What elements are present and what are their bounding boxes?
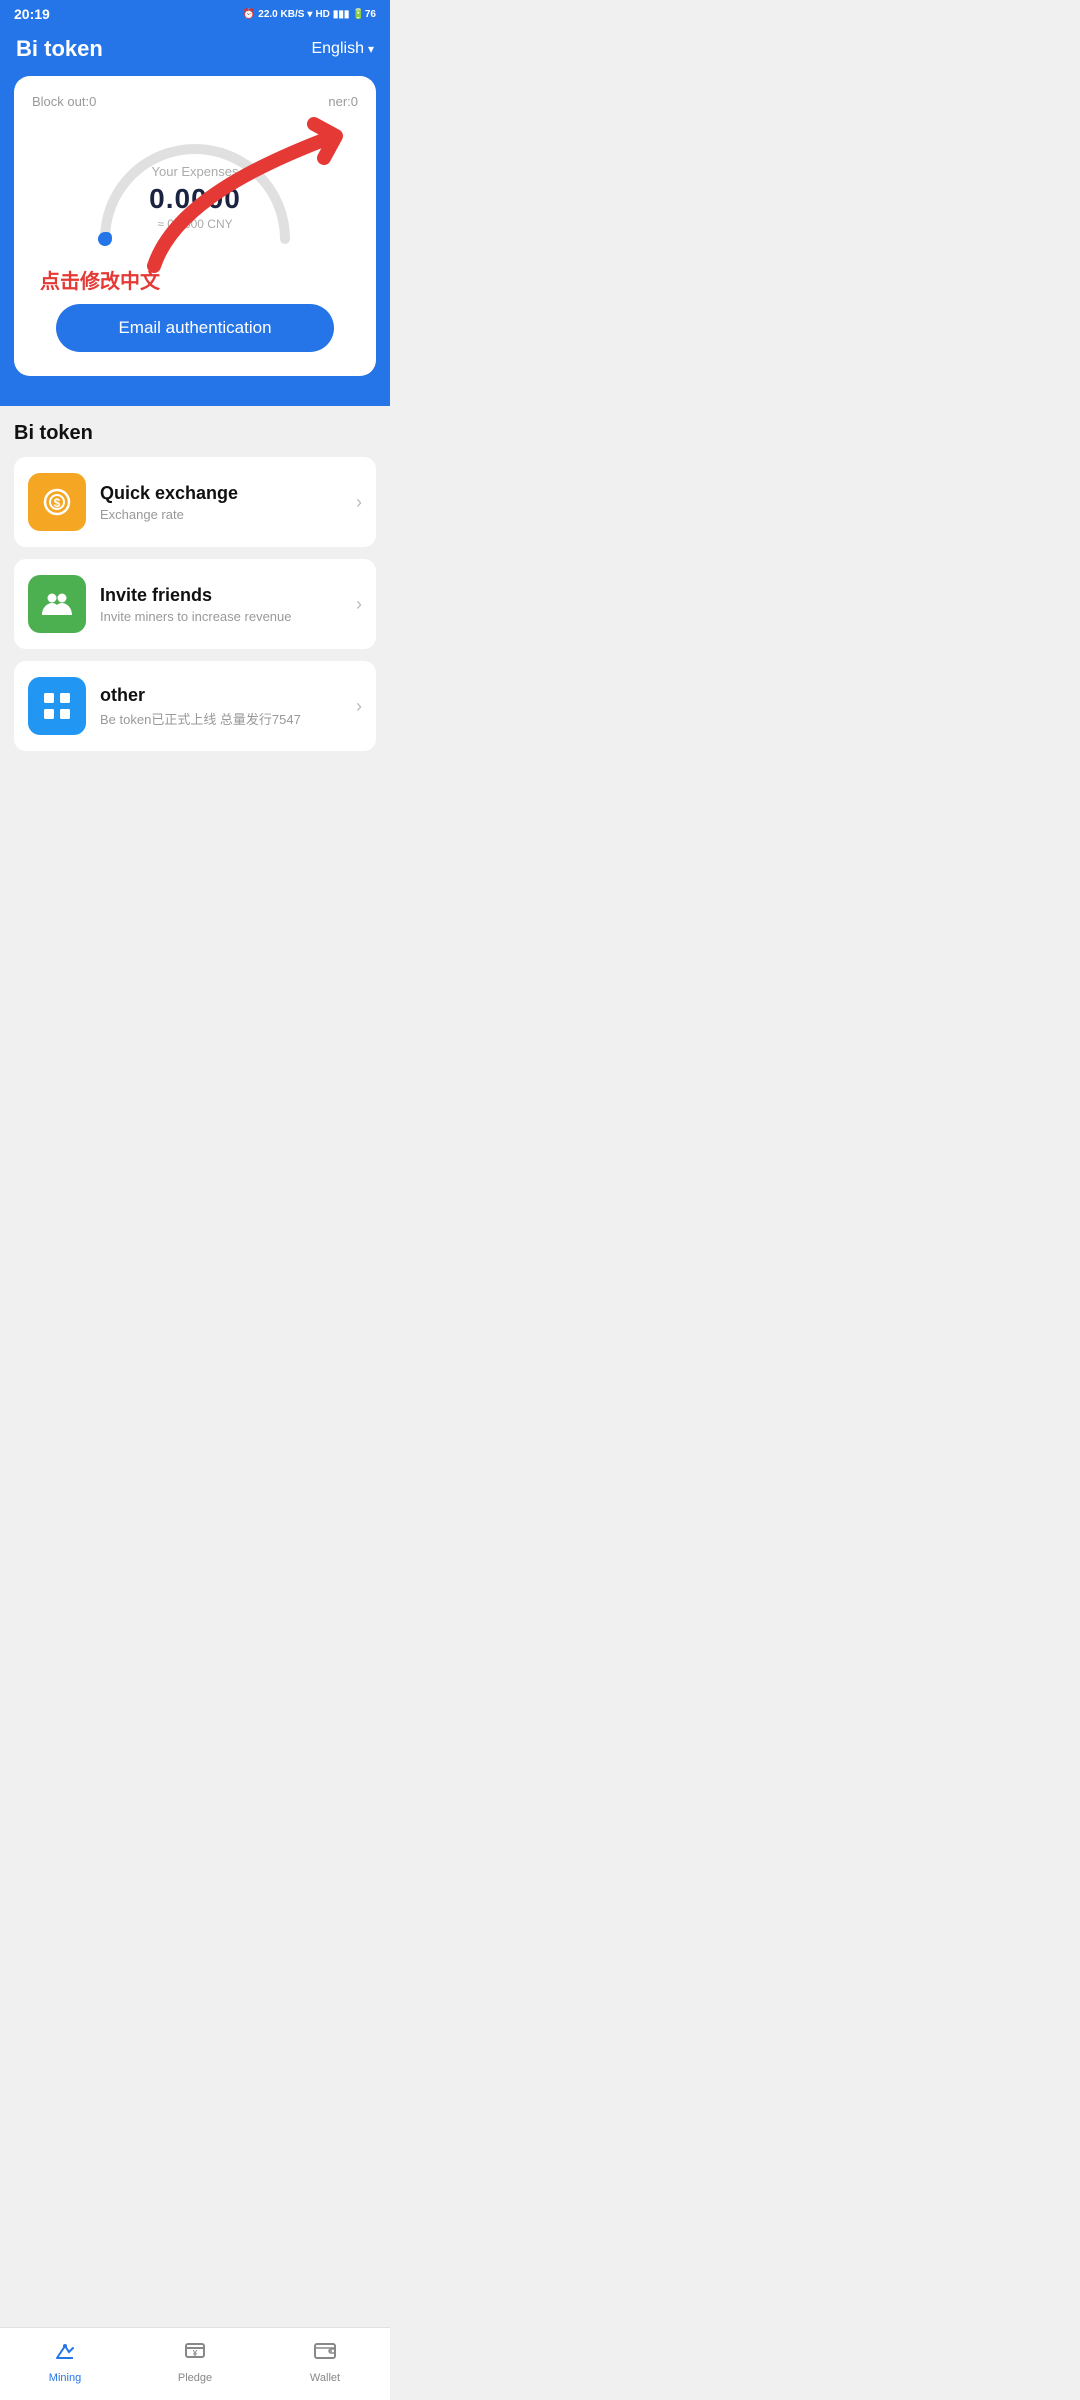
status-bar: 20:19 ⏰ 22.0 KB/S ▾ HD ▮▮▮ 🔋76 (0, 0, 390, 26)
block-out-label: Block out:0 (32, 94, 96, 109)
bottom-nav: Mining ¥ Pledge Wallet (0, 2327, 390, 2400)
quick-exchange-title: Quick exchange (100, 483, 356, 504)
status-icons: ⏰ 22.0 KB/S ▾ HD ▮▮▮ 🔋76 (243, 9, 376, 20)
other-item[interactable]: other Be token已正式上线 总量发行7547 › (14, 661, 376, 751)
chinese-annotation: 点击修改中文 (40, 265, 358, 294)
pledge-label: Pledge (178, 2372, 212, 2384)
quick-exchange-chevron: › (356, 492, 362, 513)
other-icon (28, 677, 86, 735)
email-auth-button[interactable]: Email authentication (56, 304, 333, 352)
expenses-label: Your Expenses (149, 164, 241, 179)
mining-label: Mining (49, 2372, 81, 2384)
expenses-value: 0.0000 (149, 183, 241, 215)
wallet-label: Wallet (310, 2372, 340, 2384)
nav-wallet[interactable]: Wallet (260, 2338, 390, 2384)
svg-text:$: $ (54, 496, 61, 510)
invite-friends-chevron: › (356, 594, 362, 615)
other-title: other (100, 685, 356, 706)
quick-exchange-item[interactable]: $ Quick exchange Exchange rate › (14, 457, 376, 547)
status-time: 20:19 (14, 6, 50, 22)
wallet-icon (313, 2338, 337, 2368)
quick-exchange-text: Quick exchange Exchange rate (100, 483, 356, 522)
invite-friends-title: Invite friends (100, 585, 356, 606)
miner-label: ner:0 (328, 94, 358, 109)
app-title: Bi token (16, 36, 103, 62)
quick-exchange-subtitle: Exchange rate (100, 507, 356, 522)
language-selector[interactable]: English ▾ (311, 40, 374, 58)
app-header: Bi token English ▾ (0, 26, 390, 62)
content-section: Bi token $ Quick exchange Exchange rate … (0, 406, 390, 843)
mining-icon (53, 2338, 77, 2368)
alarm-icon: ⏰ (243, 9, 255, 20)
card-area: Block out:0 ner:0 Your Expenses 0.0000 ≈… (0, 62, 390, 406)
chevron-down-icon: ▾ (368, 42, 374, 56)
battery-icon: 🔋76 (352, 9, 376, 20)
network-speed: 22.0 KB/S (258, 9, 304, 20)
pledge-icon: ¥ (183, 2338, 207, 2368)
other-chevron: › (356, 696, 362, 717)
main-card: Block out:0 ner:0 Your Expenses 0.0000 ≈… (14, 76, 376, 376)
wifi-icon: ▾ (307, 9, 312, 20)
card-header-row: Block out:0 ner:0 (32, 94, 358, 109)
nav-mining[interactable]: Mining (0, 2338, 130, 2384)
gauge-center: Your Expenses 0.0000 ≈ 0.0000 CNY (149, 164, 241, 231)
invite-friends-item[interactable]: Invite friends Invite miners to increase… (14, 559, 376, 649)
hd-icon: HD (315, 9, 329, 20)
invite-friends-subtitle: Invite miners to increase revenue (100, 609, 356, 624)
nav-pledge[interactable]: ¥ Pledge (130, 2338, 260, 2384)
section-title: Bi token (14, 422, 376, 445)
other-subtitle: Be token已正式上线 总量发行7547 (100, 709, 356, 728)
invite-friends-icon (28, 575, 86, 633)
cny-value: ≈ 0.0000 CNY (149, 217, 241, 231)
other-text: other Be token已正式上线 总量发行7547 (100, 685, 356, 728)
signal-icon: ▮▮▮ (333, 9, 350, 20)
invite-friends-text: Invite friends Invite miners to increase… (100, 585, 356, 624)
quick-exchange-icon: $ (28, 473, 86, 531)
language-label: English (311, 40, 363, 58)
svg-text:¥: ¥ (193, 2349, 198, 2358)
gauge-container: Your Expenses 0.0000 ≈ 0.0000 CNY (32, 119, 358, 249)
